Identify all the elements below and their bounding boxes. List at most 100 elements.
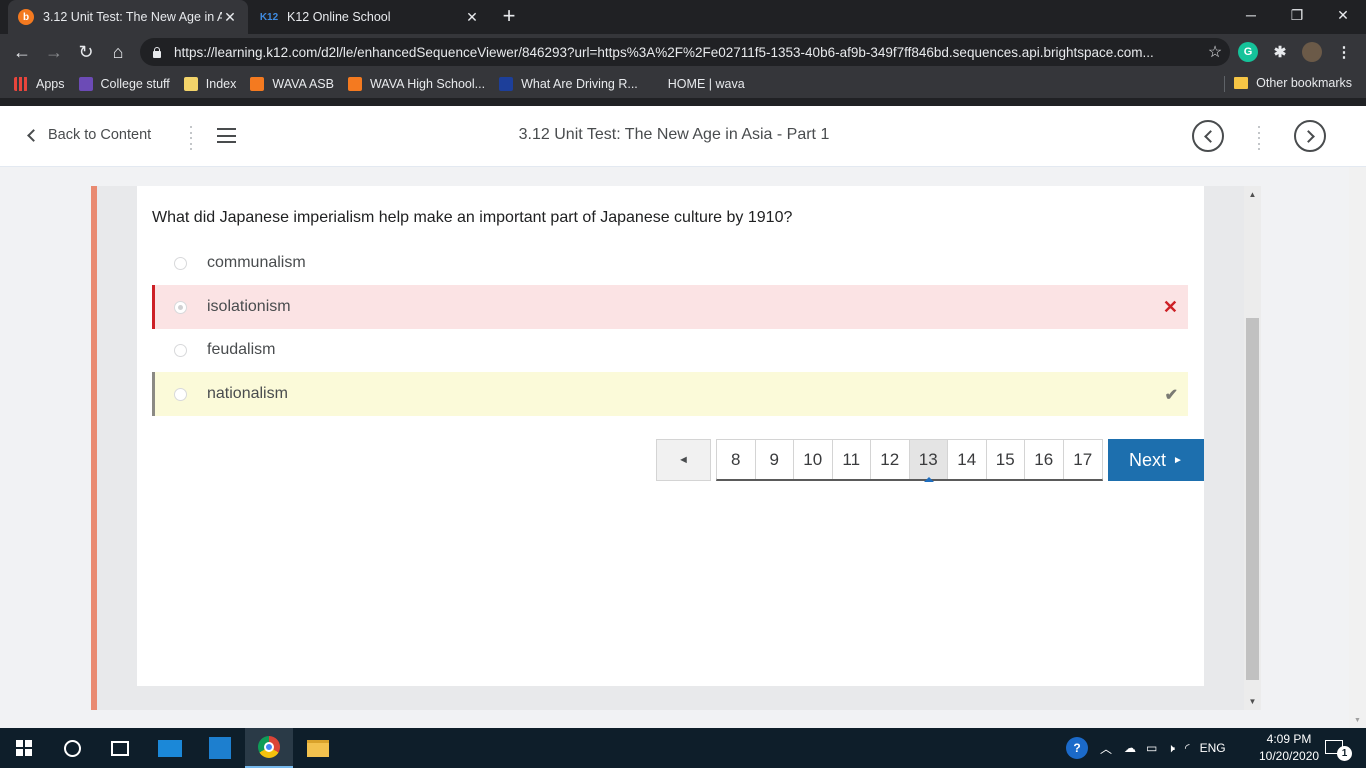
incorrect-x-icon: ✕ [1162, 297, 1178, 317]
page-15[interactable]: 15 [986, 440, 1025, 479]
divider-dots [1257, 126, 1261, 150]
scroll-down-icon[interactable]: ▼ [1244, 693, 1261, 710]
scroll-down-icon[interactable]: ▼ [1349, 714, 1366, 726]
profile-avatar[interactable] [1302, 42, 1322, 62]
other-bookmarks[interactable]: Other bookmarks [1234, 76, 1352, 90]
chrome-icon [258, 736, 280, 758]
brightspace-icon [347, 77, 362, 91]
radio-button[interactable] [174, 387, 187, 401]
page-title: 3.12 Unit Test: The New Age in Asia - Pa… [518, 126, 830, 143]
bookmarks-divider [1224, 76, 1225, 92]
graduation-cap-icon [78, 77, 93, 91]
page-10[interactable]: 10 [794, 440, 833, 479]
radio-button[interactable] [174, 343, 187, 357]
restore-button[interactable]: ❐ [1274, 0, 1320, 30]
close-window-button[interactable]: ✕ [1320, 0, 1366, 30]
system-tray: ? ︿ ☁ ▭ 🕨 ◜ ENG [1066, 728, 1226, 768]
battery-icon[interactable]: ▭ [1146, 741, 1157, 755]
answer-label: communalism [207, 254, 306, 271]
previous-topic-button[interactable] [1192, 120, 1224, 152]
radio-button[interactable] [174, 256, 187, 270]
radio-button[interactable] [174, 300, 187, 314]
page-14[interactable]: 14 [948, 440, 987, 479]
tab-k12-online-school[interactable]: K12 K12 Online School ✕ [250, 0, 490, 34]
reload-icon[interactable]: ↻ [73, 39, 99, 65]
search-button[interactable] [48, 728, 96, 768]
answer-option[interactable]: feudalism [152, 328, 1188, 372]
page-13-current[interactable]: 13 [909, 440, 948, 482]
bookmark-apps[interactable]: Apps [14, 77, 65, 91]
bookmark-home-wava[interactable]: HOME | wava [668, 77, 745, 91]
task-view-button[interactable] [96, 728, 144, 768]
home-icon[interactable]: ⌂ [105, 39, 131, 65]
chrome-app[interactable] [245, 728, 293, 768]
help-icon[interactable]: ? [1066, 737, 1088, 759]
caret-left-icon: ◄ [678, 454, 689, 466]
answer-option-incorrect[interactable]: isolationism ✕ [152, 285, 1188, 329]
chevron-up-icon[interactable]: ︿ [1100, 740, 1112, 757]
next-topic-button[interactable] [1294, 120, 1326, 152]
back-arrow-icon[interactable]: ← [9, 39, 35, 65]
tab-unit-test[interactable]: b 3.12 Unit Test: The New Age in As ✕ [8, 0, 248, 34]
question-text: What did Japanese imperialism help make … [152, 209, 793, 226]
start-button[interactable] [0, 728, 48, 768]
page-8[interactable]: 8 [717, 440, 756, 479]
wifi-icon[interactable]: ◜ [1185, 741, 1190, 755]
bookmark-index[interactable]: Index [183, 77, 236, 91]
folder-icon [307, 739, 329, 757]
next-button[interactable]: Next ► [1108, 439, 1204, 481]
page-12[interactable]: 12 [871, 440, 910, 479]
clock-time: 4:09 PM [1266, 732, 1312, 746]
volume-muted-icon[interactable]: 🕨 [1167, 741, 1175, 756]
page-scrollbar[interactable]: ▼ [1349, 167, 1366, 728]
minimize-button[interactable]: ─ [1228, 0, 1274, 30]
bookmark-star-icon[interactable]: ☆ [1200, 42, 1230, 62]
mail-app[interactable] [146, 728, 194, 768]
pearson-icon [499, 77, 514, 91]
scrollbar-thumb[interactable] [1246, 318, 1259, 680]
grammarly-icon[interactable]: G [1238, 42, 1258, 62]
correct-check-icon: ✔ [1164, 387, 1178, 404]
calendar-app[interactable] [196, 728, 244, 768]
menu-icon[interactable]: ⋮ [1334, 42, 1354, 62]
task-view-icon [111, 740, 129, 756]
close-tab-icon[interactable]: ✕ [464, 9, 480, 26]
divider [0, 98, 1366, 106]
bookmark-label: WAVA High School... [369, 77, 486, 91]
page-9[interactable]: 9 [755, 440, 794, 479]
sequence-viewer-header: Back to Content 3.12 Unit Test: The New … [0, 106, 1366, 167]
answer-option-correct[interactable]: nationalism ✔ [152, 372, 1188, 416]
mail-icon [158, 739, 182, 757]
browser-tab-strip: b 3.12 Unit Test: The New Age in As ✕ K1… [0, 0, 1366, 34]
forward-arrow-icon[interactable]: → [41, 39, 67, 65]
answer-label: isolationism [207, 298, 291, 315]
page-17[interactable]: 17 [1063, 440, 1102, 479]
bookmark-wava-asb[interactable]: WAVA ASB [250, 77, 334, 91]
onedrive-icon[interactable]: ☁ [1124, 741, 1136, 755]
bookmark-what-are-driving[interactable]: What Are Driving R... [499, 77, 638, 91]
k12-icon: K12 [259, 11, 279, 23]
language-indicator[interactable]: ENG [1200, 741, 1226, 755]
windows-taskbar: ? ︿ ☁ ▭ 🕨 ◜ ENG 4:09 PM 10/20/2020 1 [0, 728, 1366, 768]
answer-option[interactable]: communalism [152, 241, 1188, 285]
brightspace-icon: b [18, 9, 34, 25]
page-number-list: 8 9 10 11 12 13 14 15 16 17 [716, 439, 1103, 482]
file-explorer-app[interactable] [294, 728, 342, 768]
page-16[interactable]: 16 [1025, 440, 1064, 479]
notification-center-icon[interactable]: 1 [1325, 740, 1352, 761]
close-tab-icon[interactable]: ✕ [222, 9, 238, 26]
answer-label: feudalism [207, 341, 276, 358]
question-scrollbar[interactable]: ▲ ▼ [1244, 186, 1261, 710]
clock[interactable]: 4:09 PM 10/20/2020 [1259, 731, 1319, 765]
page-11[interactable]: 11 [832, 440, 871, 479]
extensions-icon[interactable]: ✱ [1270, 42, 1290, 62]
browser-toolbar: ← → ↻ ⌂ https://learning.k12.com/d2l/le/… [0, 34, 1366, 70]
scroll-up-icon[interactable]: ▲ [1244, 186, 1261, 203]
bookmark-wava-high-school[interactable]: WAVA High School... [347, 77, 486, 91]
chevron-right-icon [1301, 129, 1315, 143]
url-text[interactable]: https://learning.k12.com/d2l/le/enhanced… [174, 45, 1200, 60]
previous-page-button[interactable]: ◄ [656, 439, 711, 481]
address-bar[interactable]: https://learning.k12.com/d2l/le/enhanced… [140, 38, 1230, 66]
new-tab-button[interactable]: + [498, 5, 520, 28]
bookmark-college-stuff[interactable]: College stuff [78, 77, 170, 91]
